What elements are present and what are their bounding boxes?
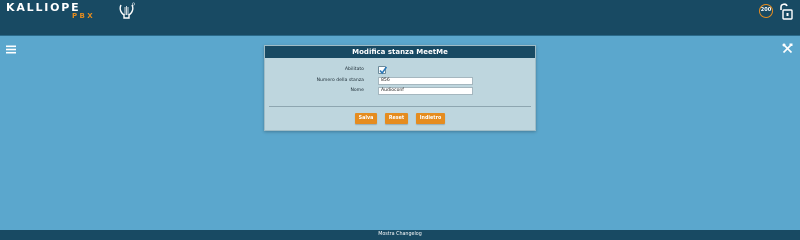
lyre-logo-icon [119,2,135,19]
enabled-checkbox[interactable] [378,66,387,75]
room-number-row: Numero della stanza 856 [265,76,535,86]
enabled-row: Abilitato [265,65,535,75]
counter-badge[interactable]: 200 [759,4,773,18]
back-button[interactable]: Indietro [416,113,445,124]
name-input[interactable]: Audioconf [378,87,473,95]
room-number-label: Numero della stanza [316,78,364,83]
divider [269,106,531,107]
tools-icon[interactable] [782,43,793,54]
toolbar [0,21,800,54]
top-header: KALLIOPE PBX 200 [0,0,800,21]
save-button[interactable]: Salva [355,113,377,124]
room-number-input[interactable]: 856 [378,77,473,85]
kalliope-logo[interactable]: KALLIOPE PBX [6,2,136,20]
edit-meetme-room-panel: Modifica stanza MeetMe Abilitato Numero … [264,45,536,131]
hamburger-icon[interactable] [6,45,16,54]
logo-text: KALLIOPE [6,1,81,14]
logout-lock-icon[interactable] [778,2,794,20]
name-row: Nome Audioconf [265,86,535,96]
panel-title: Modifica stanza MeetMe [265,46,535,58]
checkmark-icon [379,66,387,75]
logo-sub-text: PBX [72,12,96,20]
enabled-label: Abilitato [344,67,364,72]
footer-changelog-link[interactable]: Mostra Changelog [0,230,800,240]
reset-button[interactable]: Reset [385,113,408,124]
name-label: Nome [350,88,364,93]
